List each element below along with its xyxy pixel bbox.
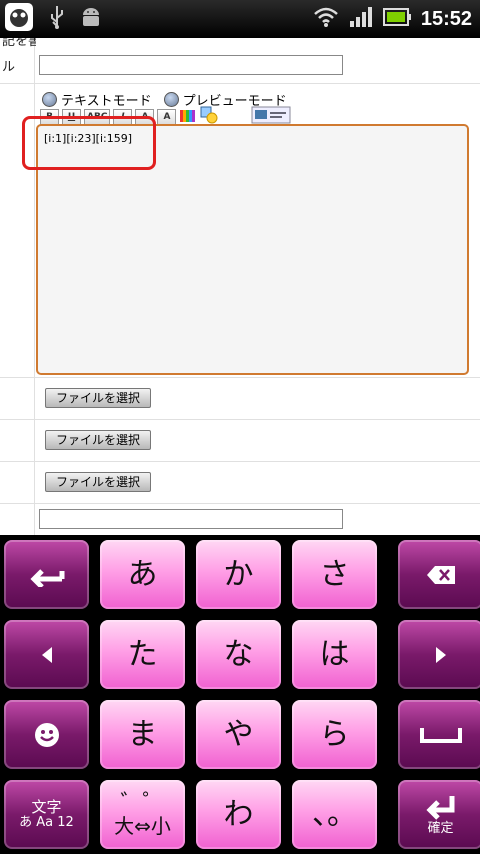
text-mode-radio[interactable] xyxy=(42,92,57,107)
enter-arrow-icon xyxy=(425,795,454,820)
battery-icon xyxy=(382,7,411,31)
soft-keyboard: あ か さ た な は ま や ら 文字 あ Aa 12 ゛゜ 大⇔小 わ 、。… xyxy=(0,535,480,854)
wifi-icon xyxy=(313,6,339,32)
key-punctuation[interactable]: 、。 xyxy=(292,780,377,849)
smiley-icon xyxy=(34,722,59,747)
mode-key-top-label: 文字 xyxy=(31,797,62,816)
tag-input[interactable] xyxy=(39,509,343,529)
title-input[interactable] xyxy=(39,55,343,75)
input-mode-key[interactable]: 文字 あ Aa 12 xyxy=(4,780,89,849)
dakuten-bottom-label: 大⇔小 xyxy=(114,813,171,838)
row-divider xyxy=(0,377,480,378)
key-a[interactable]: あ xyxy=(100,540,185,609)
undo-arrow-icon xyxy=(29,568,64,587)
backspace-key[interactable] xyxy=(398,540,480,609)
key-wa[interactable]: わ xyxy=(196,780,281,849)
backspace-icon xyxy=(426,565,455,584)
key-ka[interactable]: か xyxy=(196,540,281,609)
key-na[interactable]: な xyxy=(196,620,281,689)
enter-key[interactable]: 確定 xyxy=(398,780,480,849)
enter-label: 確定 xyxy=(427,820,454,836)
app-notification-icon xyxy=(4,2,34,36)
preview-mode-radio[interactable] xyxy=(163,92,179,107)
row-divider xyxy=(0,461,480,462)
text-mode-label[interactable]: テキストモード xyxy=(61,90,152,109)
mode-selector: テキストモード プレビューモード xyxy=(42,90,287,109)
key-ta[interactable]: た xyxy=(100,620,185,689)
dakuten-key[interactable]: ゛゜ 大⇔小 xyxy=(100,780,185,849)
right-arrow-icon xyxy=(435,646,446,663)
highlight-annotation xyxy=(22,116,156,170)
file-select-button-3[interactable]: ファイルを選択 xyxy=(45,472,151,492)
dakuten-top-label: ゛゜ xyxy=(120,791,165,817)
web-page: 記を書く ル テキストモード プレビューモード B U ABC I A A [i… xyxy=(0,38,480,535)
row-divider xyxy=(0,503,480,504)
font-button[interactable]: A xyxy=(157,109,177,125)
space-key[interactable] xyxy=(398,700,480,769)
section-heading: 記を書く xyxy=(2,38,36,49)
android-debug-icon xyxy=(80,5,102,33)
cursor-right-key[interactable] xyxy=(398,620,480,689)
key-ra[interactable]: ら xyxy=(292,700,377,769)
key-ma[interactable]: ま xyxy=(100,700,185,769)
key-ha[interactable]: は xyxy=(292,620,377,689)
usb-icon xyxy=(48,4,66,34)
space-icon xyxy=(419,727,462,743)
row-divider xyxy=(0,83,480,84)
emoji-key[interactable] xyxy=(4,700,89,769)
file-select-button-1[interactable]: ファイルを選択 xyxy=(45,388,151,408)
mode-key-bottom-label: あ Aa 12 xyxy=(19,814,74,830)
signal-icon xyxy=(349,6,373,32)
undo-key[interactable] xyxy=(4,540,89,609)
left-arrow-icon xyxy=(41,646,52,663)
file-select-button-2[interactable]: ファイルを選択 xyxy=(45,430,151,450)
key-sa[interactable]: さ xyxy=(292,540,377,609)
row-divider xyxy=(0,419,480,420)
clock: 15:52 xyxy=(420,7,472,30)
key-ya[interactable]: や xyxy=(196,700,281,769)
cursor-left-key[interactable] xyxy=(4,620,89,689)
status-bar: 15:52 xyxy=(0,0,480,38)
title-label: ル xyxy=(2,60,16,75)
